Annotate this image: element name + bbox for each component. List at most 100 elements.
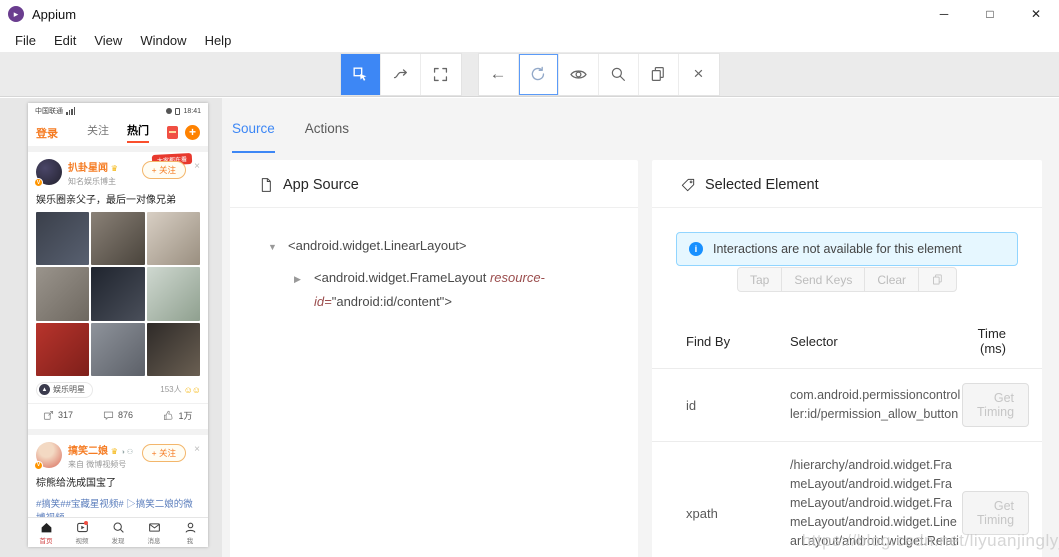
search-icon (609, 65, 627, 83)
menu-view[interactable]: View (85, 31, 131, 50)
signal-icon (66, 107, 75, 115)
copy-attributes-button[interactable] (918, 267, 957, 292)
find-by-table: Find By Selector Time (ms) id com.androi… (652, 314, 1042, 557)
menu-file[interactable]: File (6, 31, 45, 50)
menu-help[interactable]: Help (196, 31, 241, 50)
tap-button[interactable]: Tap (737, 267, 782, 292)
device-screenshot-pane: 中国联通 18:41 登录 关注 热门 + (0, 98, 222, 557)
battery-icon (175, 108, 180, 115)
notification-dot (84, 521, 88, 525)
tabbar-profile[interactable]: 我 (172, 518, 208, 547)
element-select-button[interactable] (341, 54, 381, 95)
app-source-card: App Source ▼ <android.widget.LinearLayou… (230, 160, 638, 557)
post2-follow-button[interactable]: + 关注 (142, 444, 186, 462)
tree-node-label[interactable]: <android.widget.FrameLayout resource-id=… (314, 266, 618, 314)
quit-session-button[interactable]: × (679, 54, 719, 95)
maximize-button[interactable]: □ (967, 0, 1013, 28)
post2-author[interactable]: 搞笑二娘 (68, 446, 108, 457)
like-icon (163, 410, 174, 421)
tab-hot[interactable]: 热门 (127, 122, 149, 143)
send-keys-button[interactable]: Send Keys (781, 267, 865, 292)
post1-dismiss-icon[interactable]: × (194, 161, 200, 172)
mute-icon (166, 108, 172, 114)
tree-node-label[interactable]: <android.widget.LinearLayout> (288, 234, 467, 259)
tap-by-coordinates-button[interactable] (421, 54, 461, 95)
clear-button[interactable]: Clear (864, 267, 919, 292)
window-title: Appium (32, 7, 76, 22)
post1-follow-button[interactable]: + 关注 (142, 161, 186, 179)
tabbar-discover[interactable]: 发现 (100, 518, 136, 547)
post1-topic-tag[interactable]: ▲ 娱乐明星 (36, 382, 93, 398)
photo-thumbnail[interactable] (91, 212, 144, 265)
menu-bar: File Edit View Window Help (0, 28, 1059, 52)
post1-comment-button[interactable]: 876 (88, 409, 148, 422)
verified-badge: V (34, 178, 43, 187)
photo-thumbnail[interactable] (147, 212, 200, 265)
post1-like-button[interactable]: 1万 (148, 409, 208, 422)
caret-right-icon[interactable]: ▶ (294, 266, 304, 314)
login-link[interactable]: 登录 (36, 125, 58, 141)
copy-icon (931, 273, 944, 286)
photo-thumbnail[interactable] (36, 212, 89, 265)
photo-thumbnail[interactable] (36, 267, 89, 320)
photo-thumbnail[interactable] (91, 267, 144, 320)
post2-dismiss-icon[interactable]: × (194, 444, 200, 455)
post2-subtitle: 来自 微博视频号 (68, 459, 133, 470)
tabbar-home[interactable]: 首页 (28, 518, 64, 547)
post1-avatar[interactable]: V (36, 159, 62, 185)
session-actions-group: ← × (479, 54, 719, 95)
appium-logo-icon: ▸ (8, 6, 24, 22)
comment-count: 876 (118, 410, 133, 420)
tab-follow[interactable]: 关注 (87, 122, 109, 143)
photo-thumbnail[interactable] (36, 323, 89, 376)
source-pane: Source Actions App Source ▼ <android.wid… (222, 98, 650, 557)
screenshot-eye-button[interactable] (559, 54, 599, 95)
minimize-button[interactable]: ─ (921, 0, 967, 28)
photo-thumbnail[interactable] (147, 323, 200, 376)
menu-edit[interactable]: Edit (45, 31, 85, 50)
tab-actions[interactable]: Actions (305, 121, 349, 153)
phone-tab-bar: 首页 视频 发现 消息 我 (28, 517, 208, 547)
like-count: 1万 (178, 409, 192, 422)
refresh-button[interactable] (519, 54, 559, 95)
app-source-title: App Source (283, 177, 359, 193)
element-actions-group: Tap Send Keys Clear (652, 267, 1042, 292)
post2-avatar[interactable]: V (36, 442, 62, 468)
feed-post-1[interactable]: V 扒卦星闻 ♛ 知名娱乐博主 大家都在看 + 关注 × 娱乐圈亲父子，最后一对… (28, 152, 208, 429)
carrier-label: 中国联通 (35, 106, 63, 116)
close-button[interactable]: ✕ (1013, 0, 1059, 28)
compose-button[interactable]: + (185, 125, 200, 140)
table-row-id: id com.android.permissioncontroller:id/p… (652, 369, 1042, 442)
home-icon (40, 521, 53, 534)
back-button[interactable]: ← (479, 54, 519, 95)
photo-thumbnail[interactable] (147, 267, 200, 320)
get-timing-button[interactable]: Get Timing (962, 491, 1029, 535)
swipe-by-coordinates-button[interactable] (381, 54, 421, 95)
post1-share-button[interactable]: 317 (28, 409, 88, 422)
viewer-count: 153人 (160, 384, 181, 395)
tree-node-framelayout[interactable]: ▶ <android.widget.FrameLayout resource-i… (294, 266, 618, 314)
tabbar-messages[interactable]: 消息 (136, 518, 172, 547)
device-screenshot[interactable]: 中国联通 18:41 登录 关注 热门 + (28, 103, 208, 547)
refresh-icon (529, 65, 547, 83)
comment-icon (103, 410, 114, 421)
find-by-value: id (686, 398, 790, 413)
tap-coordinates-icon (431, 65, 450, 84)
tab-source[interactable]: Source (232, 121, 275, 153)
photo-thumbnail[interactable] (91, 323, 144, 376)
tabbar-video[interactable]: 视频 (64, 518, 100, 547)
title-bar: ▸ Appium ─ □ ✕ (0, 0, 1059, 28)
search-button[interactable] (599, 54, 639, 95)
author-badge-icons: ◑ ⚇ (121, 449, 133, 456)
tree-node-linearlayout[interactable]: ▼ <android.widget.LinearLayout> (268, 234, 618, 259)
menu-window[interactable]: Window (131, 31, 195, 50)
get-timing-button[interactable]: Get Timing (962, 383, 1029, 427)
copy-source-button[interactable] (639, 54, 679, 95)
post1-author[interactable]: 扒卦星闻 (68, 163, 108, 174)
clock-label: 18:41 (183, 108, 201, 115)
profile-icon (184, 521, 197, 534)
table-header-row: Find By Selector Time (ms) (652, 314, 1042, 369)
post1-photo-grid[interactable] (36, 212, 200, 376)
caret-down-icon[interactable]: ▼ (268, 234, 278, 259)
red-packet-icon[interactable] (167, 126, 178, 139)
